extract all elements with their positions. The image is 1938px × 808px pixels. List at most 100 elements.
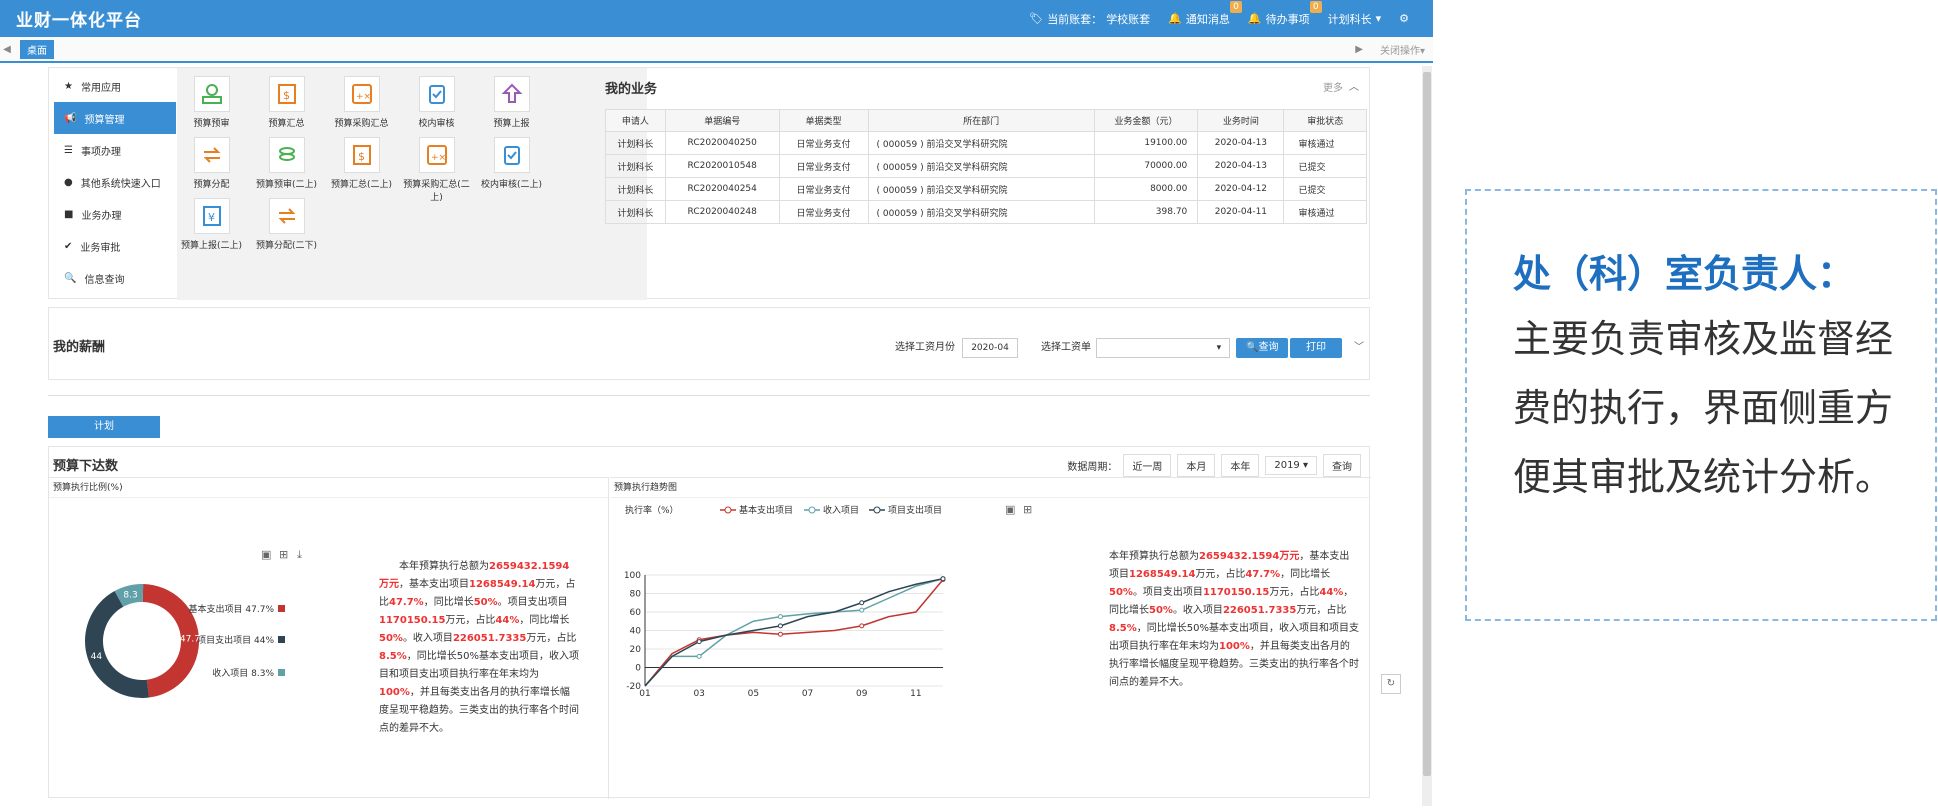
grid-icon[interactable]: ⊞ — [279, 548, 288, 561]
year-select[interactable]: 2019 ▾ — [1265, 456, 1317, 475]
scrollbar-thumb[interactable] — [1423, 72, 1431, 776]
app-budget-summary[interactable]: $ 预算汇总 — [249, 68, 324, 129]
chevron-down-icon[interactable]: ﹀ — [1354, 338, 1364, 353]
month-input[interactable]: 2020-04 — [962, 338, 1018, 358]
desc-text: ，基本支出项目 — [399, 579, 469, 590]
data-point[interactable] — [940, 576, 946, 582]
more-link[interactable]: 更多 — [1323, 79, 1343, 94]
collapse-icon[interactable]: ︿ — [1349, 78, 1359, 93]
business-table: 申请人 单据编号 单据类型 所在部门 业务金额（元） 业务时间 审批状态 计划科长 RC202… — [605, 109, 1367, 224]
series-line[interactable] — [644, 577, 944, 687]
desc-value: 8.5% — [1109, 623, 1137, 634]
data-point[interactable] — [777, 623, 783, 629]
x-tick-label: 11 — [910, 689, 921, 699]
column-header: 审批状态 — [1283, 109, 1367, 132]
refresh-icon[interactable]: ↻ — [1381, 674, 1401, 694]
clipboard-check-icon — [418, 76, 455, 112]
settings-button[interactable]: ⚙ — [1399, 12, 1409, 25]
y-tick-label: 60 — [630, 608, 642, 618]
column-header: 单据编号 — [664, 109, 780, 132]
desc-value: 47.7% — [389, 597, 424, 608]
scrollbar[interactable] — [1422, 66, 1432, 806]
nav-item-quick-entry[interactable]: ● 其他系统快速入口 — [54, 166, 176, 198]
legend-entry[interactable]: 收入项目 — [823, 504, 859, 516]
todo-label: 待办事项 — [1265, 12, 1310, 26]
table-row[interactable]: 计划科长 RC2020040254 日常业务支付( 000059 ) 前沿交叉学科研… — [605, 177, 1367, 201]
app-campus-review[interactable]: 校内审核 — [399, 68, 474, 129]
my-business-panel: 我的业务 更多 ︿ 申请人 单据编号 单据类型 所在部门 业务金额（元） 业务时间 审批状态… — [601, 68, 1369, 300]
app-budget-allocate-2[interactable]: 预算分配(二下) — [249, 190, 324, 251]
app-budget-purchase-2[interactable]: +× 预算采购汇总(二上) — [399, 129, 474, 203]
app-label: 预算采购汇总 — [334, 119, 389, 129]
table-cell: 2020-04-11 — [1197, 200, 1285, 224]
desc-text: 。项目支出项目 — [497, 597, 568, 608]
y-tick-label: 100 — [624, 571, 641, 581]
desc-value: 1268549.14 — [469, 579, 536, 590]
budget-panel: 预算下达数 数据周期： 近一周 本月 本年 2019 ▾ 查询 预算执行比例(%… — [48, 446, 1371, 799]
tab-plan[interactable]: 计划 — [48, 416, 160, 438]
data-point[interactable] — [859, 600, 865, 606]
app-budget-preview[interactable]: 预算预审 — [174, 68, 249, 129]
desc-text: 万元，占比 — [526, 633, 577, 644]
user-menu[interactable]: 计划科长 ▾ — [1328, 11, 1382, 27]
legend-entry[interactable]: 基本支出项目 — [739, 504, 793, 516]
table-row[interactable]: 计划科长 RC2020040250 日常业务支付( 000059 ) 前沿交叉学科研… — [605, 131, 1367, 155]
nav-item-common[interactable]: ★ 常用应用 — [54, 70, 176, 102]
sheet-select[interactable]: ▾ — [1096, 338, 1231, 358]
app-budget-report[interactable]: 预算上报 — [474, 68, 549, 129]
series-line[interactable] — [644, 577, 944, 687]
grid-icon[interactable]: ⊞ — [1023, 503, 1032, 516]
todo-button[interactable]: 🔔 待办事项 0 — [1248, 0, 1322, 27]
pie-slice[interactable] — [85, 591, 150, 698]
desc-text: 万元，占比 — [445, 615, 496, 626]
table-row[interactable]: 计划科长 RC2020010548 日常业务支付( 000059 ) 前沿交叉学科研… — [605, 154, 1367, 178]
budget-query-button[interactable]: 查询 — [1323, 454, 1361, 477]
app-campus-review-2[interactable]: 校内审核(二上) — [474, 129, 549, 190]
app-title: 业财一体化平台 — [16, 11, 142, 31]
app-budget-purchase[interactable]: +× 预算采购汇总 — [324, 68, 399, 129]
period-year-button[interactable]: 本年 — [1221, 454, 1260, 477]
nav-item-matters[interactable]: ☰ 事项办理 — [54, 134, 176, 166]
legend-swatch — [278, 636, 285, 643]
data-point[interactable] — [696, 639, 702, 645]
desc-value: 1170150.15 — [379, 615, 446, 626]
tab-desk[interactable]: 桌面 — [20, 39, 54, 59]
tab-scroll-right-icon[interactable]: ▶ — [1355, 44, 1363, 55]
exchange-icon — [193, 137, 230, 173]
data-point[interactable] — [696, 653, 702, 659]
period-week-button[interactable]: 近一周 — [1123, 454, 1172, 477]
legend-entry[interactable]: 项目支出项目 — [888, 504, 942, 516]
nav-item-approval[interactable]: ✔ 业务审批 — [54, 230, 176, 262]
nav-item-query[interactable]: 🔍 信息查询 — [54, 262, 176, 294]
data-point[interactable] — [777, 614, 783, 620]
series-line[interactable] — [644, 579, 944, 687]
nav-item-business[interactable]: ■ 业务办理 — [54, 198, 176, 230]
close-operations-menu[interactable]: 关闭操作▾ — [1380, 42, 1425, 57]
print-button[interactable]: 打印 — [1290, 338, 1342, 358]
app-icon-grid: 预算预审 $ 预算汇总 +× 预算采购汇总 校内审核 预算上报 预算分配 预算预审(… — [177, 68, 647, 300]
nav-item-budget[interactable]: 📢 预算管理 — [54, 102, 176, 134]
data-point[interactable] — [859, 607, 865, 613]
y-axis-label: 执行率（%） — [625, 504, 679, 516]
app-label: 预算预审 — [193, 119, 230, 129]
data-point[interactable] — [859, 623, 865, 629]
download-icon[interactable]: ⤓ — [297, 548, 302, 561]
notify-button[interactable]: 🔔 通知消息 0 — [1168, 0, 1242, 27]
tag-icon: 🏷 — [1029, 12, 1044, 25]
app-budget-preview-2[interactable]: 预算预审(二上) — [249, 129, 324, 190]
app-budget-allocate[interactable]: 预算分配 — [174, 129, 249, 190]
query-button[interactable]: 🔍查询 — [1236, 338, 1289, 358]
nav-label: 事项办理 — [80, 146, 121, 158]
tab-scroll-left-icon[interactable]: ◀ — [0, 44, 14, 55]
app-budget-report-2[interactable]: ¥ 预算上报(二上) — [174, 190, 249, 251]
account-selector[interactable]: 🏷 当前账套： 学校账套 — [1029, 11, 1150, 27]
svg-text:$: $ — [283, 89, 290, 102]
table-row[interactable]: 计划科长 RC2020040248 日常业务支付( 000059 ) 前沿交叉学科研… — [605, 200, 1367, 224]
layers-icon[interactable]: ▣ — [1005, 503, 1015, 516]
x-tick-label: 09 — [856, 689, 868, 699]
period-month-button[interactable]: 本月 — [1177, 454, 1216, 477]
desc-text: ，同比增长 — [519, 615, 570, 626]
data-point[interactable] — [777, 631, 783, 637]
layers-icon[interactable]: ▣ — [261, 548, 271, 561]
app-budget-summary-2[interactable]: $ 预算汇总(二上) — [324, 129, 399, 190]
